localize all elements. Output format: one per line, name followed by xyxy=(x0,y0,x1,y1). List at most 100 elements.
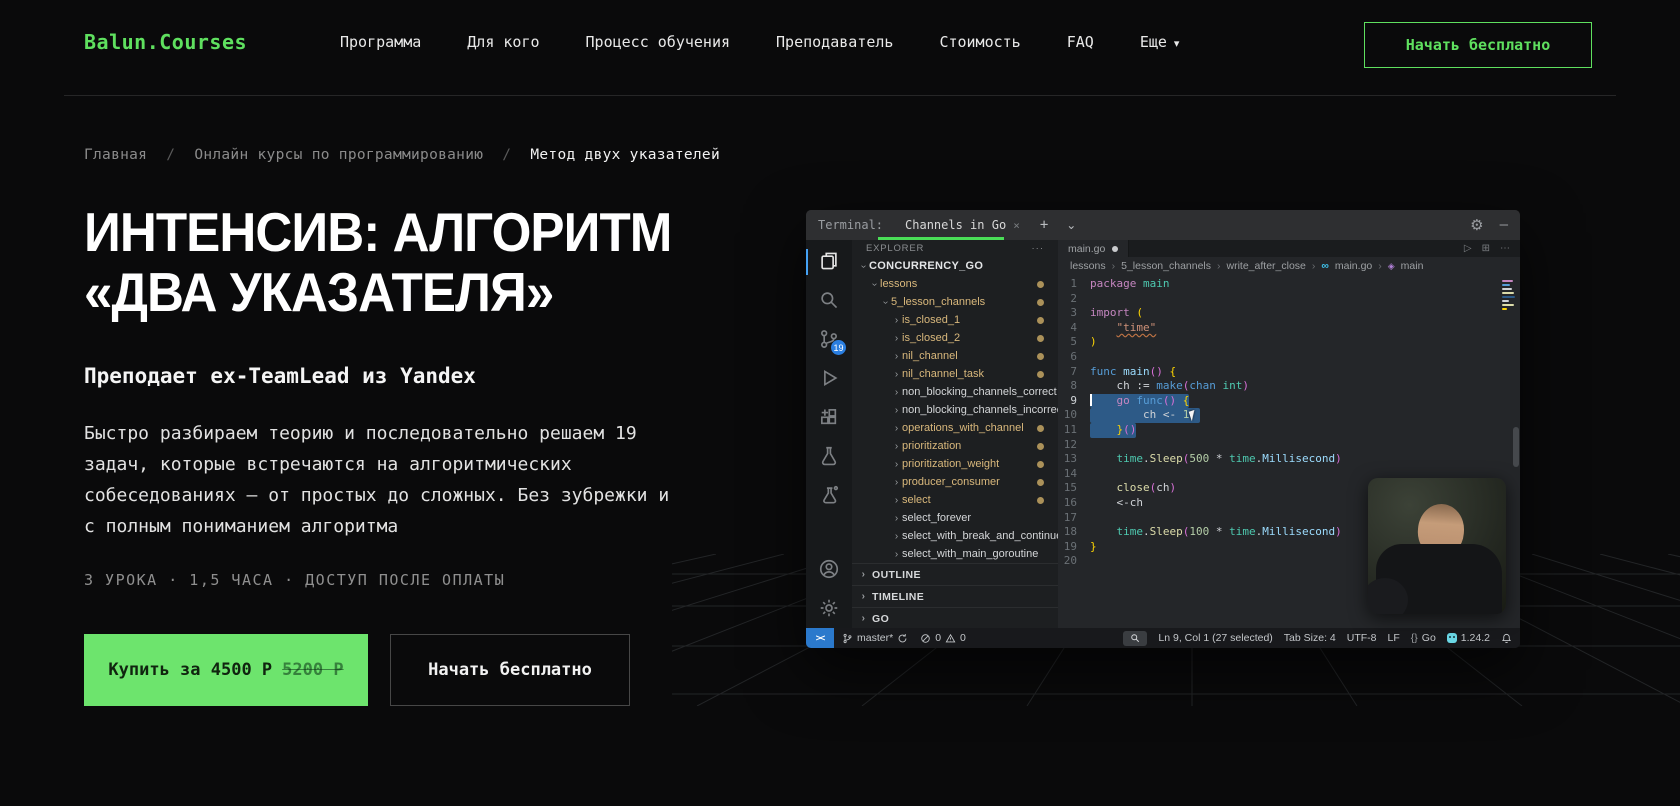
breadcrumb-section[interactable]: Онлайн курсы по программированию xyxy=(194,147,483,163)
editor-scrollbar[interactable] xyxy=(1513,427,1519,467)
tree-item-select_with_main_goroutine[interactable]: ›select_with_main_goroutine xyxy=(852,545,1058,563)
tree-item-lessons[interactable]: ›lessons xyxy=(852,275,1058,293)
terminal-label: Terminal: xyxy=(818,218,883,232)
code-line[interactable]: 2 xyxy=(1058,292,1520,307)
tree-item-non_blocking_channels_incorrect[interactable]: ›non_blocking_channels_incorrect xyxy=(852,401,1058,419)
crumb[interactable]: main xyxy=(1401,260,1424,272)
cursor-position-status[interactable]: Ln 9, Col 1 (27 selected) xyxy=(1158,632,1272,644)
nav-item[interactable]: FAQ xyxy=(1067,33,1094,51)
code-line[interactable]: 3import ( xyxy=(1058,306,1520,321)
start-free-secondary-button[interactable]: Начать бесплатно xyxy=(390,634,630,706)
tree-item-5_lesson_channels[interactable]: ›5_lesson_channels xyxy=(852,293,1058,311)
modified-dot-icon xyxy=(1037,497,1044,504)
tree-item-concurrency_go[interactable]: ›CONCURRENCY_GO xyxy=(852,257,1058,275)
code-line[interactable]: 5) xyxy=(1058,335,1520,350)
git-branch-status[interactable]: master* xyxy=(842,632,908,644)
code-line[interactable]: 13 time.Sleep(500 * time.Millisecond) xyxy=(1058,452,1520,467)
tree-item-label: prioritization xyxy=(902,440,961,452)
tree-item-select[interactable]: ›select xyxy=(852,491,1058,509)
tab-size-status[interactable]: Tab Size: 4 xyxy=(1284,632,1336,644)
code-line[interactable]: 12 xyxy=(1058,438,1520,453)
split-editor-icon[interactable]: ⊞ xyxy=(1482,243,1490,254)
crumb[interactable]: write_after_close xyxy=(1227,260,1306,272)
code-line[interactable]: 7func main() { xyxy=(1058,365,1520,380)
panel-timeline[interactable]: ›TIMELINE xyxy=(852,585,1058,607)
language-mode-status[interactable]: {} Go xyxy=(1411,632,1436,644)
run-debug-icon[interactable] xyxy=(817,366,841,390)
code-line[interactable]: 9 go func() { xyxy=(1058,394,1520,409)
beaker-extra-icon[interactable] xyxy=(817,483,841,507)
eol-status[interactable]: LF xyxy=(1388,632,1400,644)
tree-item-prioritization[interactable]: ›prioritization xyxy=(852,437,1058,455)
extensions-icon[interactable] xyxy=(817,405,841,429)
more-actions-icon[interactable]: ⋯ xyxy=(1500,243,1510,254)
line-number: 3 xyxy=(1058,306,1090,321)
chevron-down-icon[interactable]: ⌄ xyxy=(1066,218,1076,232)
tree-item-is_closed_1[interactable]: ›is_closed_1 xyxy=(852,311,1058,329)
remote-indicator-icon[interactable]: >< xyxy=(806,628,834,648)
hero-subtitle: Преподает ex-TeamLead из Yandex xyxy=(84,364,476,388)
breadcrumb-home[interactable]: Главная xyxy=(84,147,147,163)
tree-item-nil_channel[interactable]: ›nil_channel xyxy=(852,347,1058,365)
vscode-window: Terminal: Channels in Go × + ⌄ ⚙ — 19 EX… xyxy=(806,210,1520,648)
line-number: 2 xyxy=(1058,292,1090,307)
crumb[interactable]: 5_lesson_channels xyxy=(1121,260,1211,272)
active-tab-underline xyxy=(878,237,1004,240)
nav-item[interactable]: Процесс обучения xyxy=(586,33,731,51)
tree-item-prioritization_weight[interactable]: ›prioritization_weight xyxy=(852,455,1058,473)
line-number: 14 xyxy=(1058,467,1090,482)
tree-item-producer_consumer[interactable]: ›producer_consumer xyxy=(852,473,1058,491)
tree-item-select_forever[interactable]: ›select_forever xyxy=(852,509,1058,527)
code-line[interactable]: 1package main xyxy=(1058,277,1520,292)
mouse-cursor-icon xyxy=(1189,409,1202,422)
account-icon[interactable] xyxy=(817,557,841,581)
editor-tab-maingo[interactable]: main.go xyxy=(1058,240,1129,257)
tree-item-operations_with_channel[interactable]: ›operations_with_channel xyxy=(852,419,1058,437)
logo[interactable]: Balun.Courses xyxy=(84,30,247,54)
more-actions-icon[interactable]: ··· xyxy=(1032,243,1045,254)
tree-item-is_closed_2[interactable]: ›is_closed_2 xyxy=(852,329,1058,347)
hero-buttons: Купить за 4500 Р 5200 Р Начать бесплатно xyxy=(84,634,630,706)
crumb[interactable]: main.go xyxy=(1335,260,1372,272)
chevron-right-icon: › xyxy=(858,613,869,624)
nav-item[interactable]: Программа xyxy=(340,33,421,51)
encoding-status[interactable]: UTF-8 xyxy=(1347,632,1377,644)
files-icon[interactable] xyxy=(817,249,841,273)
search-icon[interactable] xyxy=(817,288,841,312)
explorer-title: EXPLORER xyxy=(866,243,924,254)
tree-item-select_with_break_and_continue[interactable]: ›select_with_break_and_continue xyxy=(852,527,1058,545)
terminal-tab[interactable]: Channels in Go xyxy=(905,218,1006,232)
explorer-sidebar: EXPLORER ··· ›CONCURRENCY_GO›lessons›5_l… xyxy=(852,240,1058,628)
panel-go[interactable]: ›GO xyxy=(852,607,1058,628)
tree-item-nil_channel_task[interactable]: ›nil_channel_task xyxy=(852,365,1058,383)
new-tab-icon[interactable]: + xyxy=(1040,217,1048,233)
problems-status[interactable]: 0 0 xyxy=(920,632,966,644)
nav-item[interactable]: Стоимость xyxy=(939,33,1020,51)
settings-gear-icon[interactable] xyxy=(817,596,841,620)
nav-item[interactable]: Преподаватель xyxy=(776,33,893,51)
code-line[interactable]: 11 }() xyxy=(1058,423,1520,438)
panel-outline[interactable]: ›OUTLINE xyxy=(852,563,1058,585)
chevron-right-icon: › xyxy=(891,315,902,326)
tree-item-non_blocking_channels_correct[interactable]: ›non_blocking_channels_correct xyxy=(852,383,1058,401)
crumb[interactable]: lessons xyxy=(1070,260,1106,272)
run-icon[interactable]: ▷ xyxy=(1464,243,1472,254)
testing-icon[interactable] xyxy=(817,444,841,468)
bell-icon[interactable] xyxy=(1501,633,1512,644)
go-version-status[interactable]: 1.24.2 xyxy=(1447,632,1490,644)
search-status-icon[interactable] xyxy=(1123,631,1147,646)
code-line[interactable]: 8 ch := make(chan int) xyxy=(1058,379,1520,394)
nav-item[interactable]: Еще▾ xyxy=(1140,33,1180,51)
nav-item[interactable]: Для кого xyxy=(467,33,539,51)
code-line[interactable]: 6 xyxy=(1058,350,1520,365)
close-icon[interactable]: × xyxy=(1013,219,1020,232)
buy-button[interactable]: Купить за 4500 Р 5200 Р xyxy=(84,634,368,706)
code-line[interactable]: 4 "time" xyxy=(1058,321,1520,336)
gear-icon[interactable]: ⚙ xyxy=(1470,216,1483,234)
tree-item-label: select_forever xyxy=(902,512,971,524)
line-number: 19 xyxy=(1058,540,1090,555)
code-line[interactable]: 10 ch <- 1 xyxy=(1058,408,1520,423)
start-free-button[interactable]: Начать бесплатно xyxy=(1364,22,1592,68)
source-control-icon[interactable]: 19 xyxy=(817,327,841,351)
minimize-icon[interactable]: — xyxy=(1500,217,1508,233)
